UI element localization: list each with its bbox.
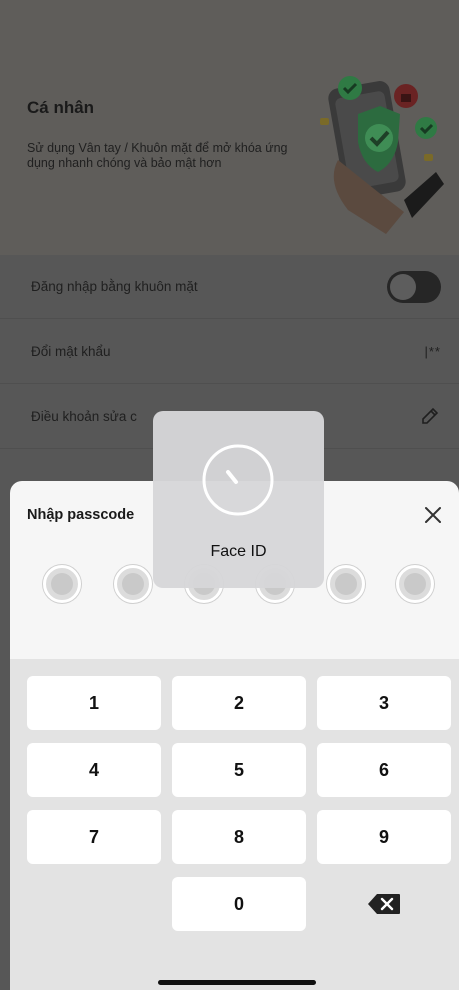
password-mask: |**	[424, 344, 441, 359]
key-9[interactable]: 9	[317, 810, 451, 864]
page-title: Cá nhân	[27, 98, 95, 117]
passcode-dot	[396, 565, 434, 603]
key-3[interactable]: 3	[317, 676, 451, 730]
key-6[interactable]: 6	[317, 743, 451, 797]
key-4[interactable]: 4	[27, 743, 161, 797]
key-8[interactable]: 8	[172, 810, 306, 864]
delete-key[interactable]	[317, 877, 451, 931]
close-icon[interactable]	[421, 503, 445, 527]
setting-label: Đăng nhập bằng khuôn mặt	[31, 279, 198, 294]
passcode-dot	[114, 565, 152, 603]
passcode-dot	[327, 565, 365, 603]
key-2[interactable]: 2	[172, 676, 306, 730]
profile-header: Cá nhân Sử dụng Vân tay / Khuôn mặt để m…	[0, 0, 459, 255]
key-0[interactable]: 0	[172, 877, 306, 931]
home-indicator	[158, 980, 316, 985]
phone-shield-illustration-icon	[320, 76, 444, 234]
pen-icon	[422, 407, 439, 424]
header-description: Sử dụng Vân tay / Khuôn mặt để mở khóa ứ…	[27, 141, 288, 170]
numeric-keypad: 1 2 3 4 5 6 7 8 9 0	[10, 659, 459, 990]
faceid-spinner-icon	[202, 444, 274, 516]
setting-label: Đổi mật khẩu	[31, 344, 111, 359]
setting-row-change-password[interactable]: Đổi mật khẩu |**	[0, 320, 459, 384]
setting-label: Điều khoản sửa c	[31, 409, 137, 424]
sheet-title: Nhập passcode	[27, 507, 135, 523]
key-5[interactable]: 5	[172, 743, 306, 797]
key-7[interactable]: 7	[27, 810, 161, 864]
faceid-label: Face ID	[210, 543, 267, 560]
faceid-hud: Face ID	[153, 411, 324, 588]
setting-row-face-login[interactable]: Đăng nhập bằng khuôn mặt	[0, 255, 459, 319]
key-1[interactable]: 1	[27, 676, 161, 730]
face-login-toggle[interactable]	[387, 271, 441, 303]
passcode-dot	[43, 565, 81, 603]
backspace-icon	[368, 894, 400, 914]
toggle-knob	[390, 274, 416, 300]
